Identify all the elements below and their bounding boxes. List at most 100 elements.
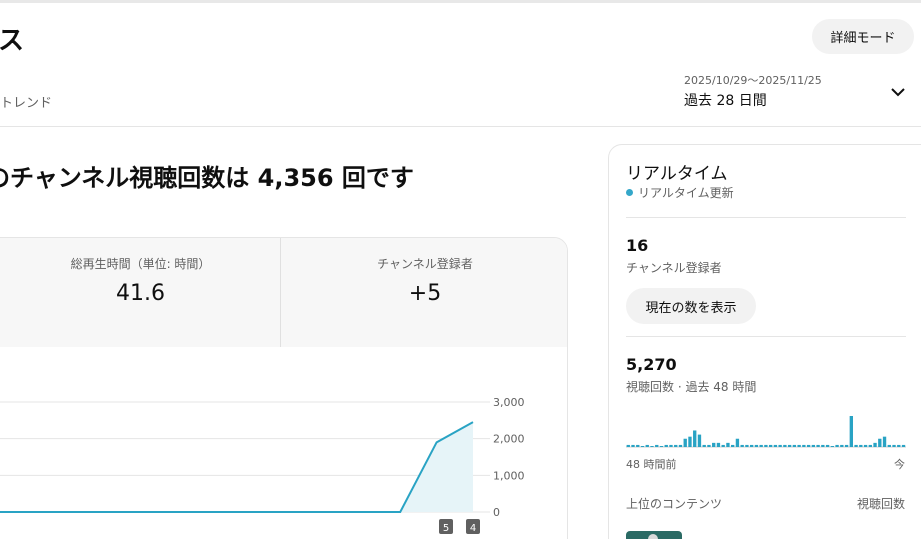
chevron-down-icon[interactable] bbox=[888, 82, 908, 102]
data-point[interactable] bbox=[288, 509, 294, 515]
spark-bar[interactable] bbox=[768, 444, 773, 447]
spark-bar[interactable] bbox=[859, 444, 863, 447]
spark-bar[interactable] bbox=[712, 442, 716, 447]
realtime-views-label: 視聴回数 · 過去 48 時間 bbox=[626, 380, 757, 394]
data-point[interactable] bbox=[0, 509, 3, 515]
data-point[interactable] bbox=[33, 509, 39, 515]
spark-bar[interactable] bbox=[697, 434, 702, 447]
spark-bar[interactable] bbox=[702, 444, 706, 447]
spark-bar[interactable] bbox=[854, 444, 858, 447]
data-point[interactable] bbox=[179, 509, 185, 515]
series-area bbox=[0, 422, 473, 512]
spark-bar[interactable] bbox=[745, 444, 749, 447]
data-point[interactable] bbox=[252, 509, 258, 515]
spark-bar[interactable] bbox=[868, 444, 872, 447]
live-dot-icon bbox=[626, 189, 633, 196]
spark-bar[interactable] bbox=[754, 444, 759, 447]
spark-bar[interactable] bbox=[731, 444, 735, 447]
metric-label: チャンネル登録者 bbox=[377, 257, 473, 271]
spark-bar[interactable] bbox=[844, 444, 849, 447]
spark-bar[interactable] bbox=[792, 444, 797, 447]
spark-bar[interactable] bbox=[659, 446, 664, 447]
spark-bar[interactable] bbox=[726, 442, 730, 447]
spark-bar[interactable] bbox=[716, 442, 721, 447]
spark-axis-start: 48 時間前 bbox=[626, 458, 677, 471]
spark-bar[interactable] bbox=[740, 444, 744, 447]
spark-bar[interactable] bbox=[816, 444, 820, 447]
spark-bar[interactable] bbox=[650, 446, 654, 447]
spark-bar[interactable] bbox=[897, 444, 901, 447]
spark-bar[interactable] bbox=[759, 444, 763, 447]
realtime-views: 5,270 bbox=[626, 355, 677, 374]
spark-bar[interactable] bbox=[645, 444, 649, 447]
spark-bar[interactable] bbox=[631, 444, 635, 447]
spark-bar[interactable] bbox=[835, 444, 839, 447]
spark-bar[interactable] bbox=[849, 416, 853, 447]
spark-bar[interactable] bbox=[626, 444, 630, 447]
spark-bar[interactable] bbox=[688, 436, 692, 447]
spark-bar[interactable] bbox=[636, 444, 640, 447]
spark-bar[interactable] bbox=[806, 444, 811, 447]
detail-mode-button[interactable]: 詳細モード bbox=[812, 19, 914, 54]
spark-bar[interactable] bbox=[735, 438, 740, 447]
page-title: ス bbox=[0, 26, 26, 56]
spark-bar[interactable] bbox=[887, 444, 891, 447]
data-point[interactable] bbox=[106, 509, 112, 515]
data-point[interactable] bbox=[434, 439, 440, 445]
spark-bar[interactable] bbox=[878, 438, 882, 447]
spark-bar[interactable] bbox=[721, 444, 725, 447]
metric-watch-time[interactable]: 総再生時間（単位: 時間） 41.6 bbox=[1, 238, 281, 347]
spark-bar[interactable] bbox=[863, 444, 868, 447]
data-point[interactable] bbox=[70, 509, 76, 515]
y-tick-label: 1,000 bbox=[493, 469, 525, 482]
data-point[interactable] bbox=[397, 509, 403, 515]
spark-bar[interactable] bbox=[669, 444, 673, 447]
data-point[interactable] bbox=[470, 419, 476, 425]
top-border bbox=[0, 0, 921, 3]
top-content-thumbnail[interactable] bbox=[626, 531, 682, 539]
spark-bar[interactable] bbox=[797, 444, 801, 447]
spark-bar[interactable] bbox=[882, 436, 887, 447]
metric-subscribers[interactable]: チャンネル登録者 +5 bbox=[281, 238, 567, 347]
spark-bar[interactable] bbox=[749, 444, 754, 447]
spark-bar[interactable] bbox=[821, 444, 825, 447]
metric-value: 41.6 bbox=[116, 281, 165, 306]
date-period-selector[interactable]: 過去 28 日間 bbox=[684, 90, 767, 110]
spark-bar[interactable] bbox=[802, 444, 806, 447]
spark-bar[interactable] bbox=[840, 444, 844, 447]
spark-bar[interactable] bbox=[773, 444, 778, 447]
spark-bar[interactable] bbox=[664, 444, 668, 447]
metrics-row: 総再生時間（単位: 時間） 41.6 チャンネル登録者 +5 bbox=[0, 238, 567, 347]
spark-bar[interactable] bbox=[678, 444, 683, 447]
data-point[interactable] bbox=[361, 509, 367, 515]
y-tick-label: 2,000 bbox=[493, 433, 525, 446]
spark-axis-end: 今 bbox=[894, 458, 905, 471]
spark-bar[interactable] bbox=[778, 444, 782, 447]
spark-bar[interactable] bbox=[655, 444, 659, 447]
spark-bar[interactable] bbox=[640, 446, 645, 447]
spark-bar[interactable] bbox=[787, 444, 792, 447]
realtime-status-label: リアルタイム更新 bbox=[638, 186, 734, 200]
spark-bar[interactable] bbox=[707, 444, 711, 447]
spark-bar[interactable] bbox=[783, 444, 787, 447]
data-point[interactable] bbox=[215, 509, 221, 515]
spark-bar[interactable] bbox=[825, 444, 830, 447]
spark-bar[interactable] bbox=[873, 442, 877, 447]
tab-trends[interactable]: トレンド bbox=[0, 92, 52, 111]
show-current-count-button[interactable]: 現在の数を表示 bbox=[626, 288, 756, 324]
spark-bar[interactable] bbox=[830, 446, 835, 447]
spark-bar[interactable] bbox=[683, 438, 687, 447]
spark-bar[interactable] bbox=[674, 444, 678, 447]
realtime-title: リアルタイム bbox=[626, 164, 728, 184]
divider bbox=[626, 217, 906, 218]
spark-bar[interactable] bbox=[901, 444, 906, 447]
spark-bar[interactable] bbox=[693, 430, 697, 447]
data-point[interactable] bbox=[324, 509, 330, 515]
upload-marker-label: 5 bbox=[443, 523, 449, 534]
spark-bar[interactable] bbox=[764, 444, 768, 447]
data-point[interactable] bbox=[143, 509, 149, 515]
spark-bar[interactable] bbox=[811, 444, 816, 447]
realtime-subscribers: 16 bbox=[626, 236, 649, 255]
spark-bar[interactable] bbox=[892, 444, 896, 447]
metric-value: +5 bbox=[408, 281, 442, 306]
